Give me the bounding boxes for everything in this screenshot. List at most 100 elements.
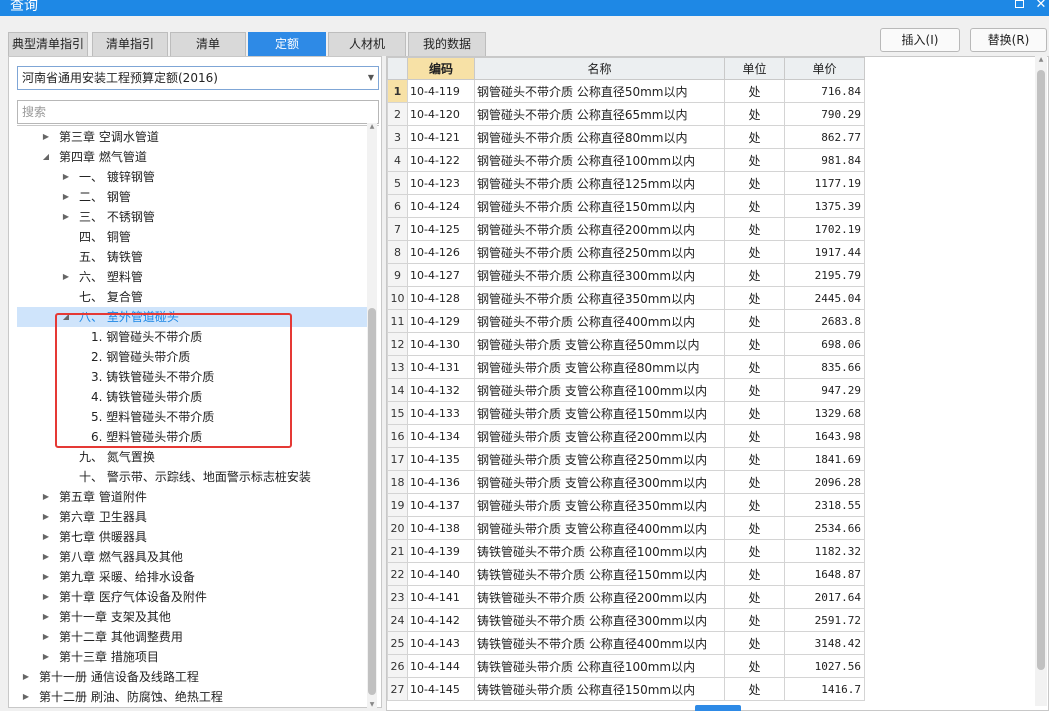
tree-item[interactable]: 4. 铸铁管碰头带介质: [17, 387, 367, 407]
panel-splitter-handle[interactable]: [695, 705, 741, 711]
expand-arrow-icon[interactable]: ▶: [41, 567, 51, 587]
tree-scrollbar[interactable]: ▲ ▼: [367, 123, 377, 708]
tree-item[interactable]: ▶ 第八章 燃气器具及其他: [17, 547, 367, 567]
table-row[interactable]: 12 10-4-130 钢管碰头带介质 支管公称直径50mm以内处 698.06: [387, 332, 865, 356]
table-row[interactable]: 14 10-4-132 钢管碰头带介质 支管公称直径100mm以内处 947.29: [387, 378, 865, 402]
table-row[interactable]: 1 10-4-119 钢管碰头不带介质 公称直径50mm以内处 716.84: [387, 79, 865, 103]
replace-button[interactable]: 替换(R): [970, 28, 1047, 52]
tree-item[interactable]: ▶ 第十二章 其他调整费用: [17, 627, 367, 647]
expand-arrow-icon[interactable]: ▶: [61, 207, 71, 227]
tree-item[interactable]: ▶ 第九章 采暖、给排水设备: [17, 567, 367, 587]
expand-arrow-icon[interactable]: ▶: [21, 667, 31, 687]
tree-item[interactable]: ◢ 八、 室外管道碰头: [17, 307, 367, 327]
tree-item[interactable]: ▶ 三、 不锈钢管: [17, 207, 367, 227]
tree-item[interactable]: ▶ 第十章 医疗气体设备及附件: [17, 587, 367, 607]
tree-item[interactable]: ▶ 第十二册 刷油、防腐蚀、绝热工程: [17, 687, 367, 705]
close-icon[interactable]: ✕: [1034, 0, 1048, 12]
tree-item[interactable]: 6. 塑料管碰头带介质: [17, 427, 367, 447]
table-row[interactable]: 18 10-4-136 钢管碰头带介质 支管公称直径300mm以内处 2096.28: [387, 470, 865, 494]
expand-arrow-icon[interactable]: ▶: [41, 527, 51, 547]
column-header-unit[interactable]: 单位: [724, 57, 785, 80]
tree-item[interactable]: ▶ 第七章 供暖器具: [17, 527, 367, 547]
expand-arrow-icon[interactable]: ▶: [61, 187, 71, 207]
tab-typical-list-guide[interactable]: 典型清单指引: [8, 32, 88, 56]
tree-item[interactable]: ▶ 第六章 卫生器具: [17, 507, 367, 527]
tree-item[interactable]: ▶ 六、 塑料管: [17, 267, 367, 287]
tree-item[interactable]: ▶ 第十一册 通信设备及线路工程: [17, 667, 367, 687]
table-row[interactable]: 5 10-4-123 钢管碰头不带介质 公称直径125mm以内处 1177.19: [387, 171, 865, 195]
insert-button[interactable]: 插入(I): [880, 28, 960, 52]
search-input[interactable]: [17, 100, 379, 124]
tree-item[interactable]: ▶ 一、 镀锌钢管: [17, 167, 367, 187]
expand-arrow-icon[interactable]: ▶: [41, 507, 51, 527]
table-row[interactable]: 24 10-4-142 铸铁管碰头不带介质 公称直径300mm以内处 2591.72: [387, 608, 865, 632]
expand-arrow-icon[interactable]: ▶: [41, 127, 51, 147]
tree-item[interactable]: 五、 铸铁管: [17, 247, 367, 267]
table-row[interactable]: 19 10-4-137 钢管碰头带介质 支管公称直径350mm以内处 2318.55: [387, 493, 865, 517]
quota-library-select[interactable]: 河南省通用安装工程预算定额(2016) ▼: [17, 66, 379, 90]
column-header-price[interactable]: 单价: [784, 57, 865, 80]
tab-labor-material-machine[interactable]: 人材机: [328, 32, 406, 56]
column-header-name[interactable]: 名称: [474, 57, 725, 80]
tree-item[interactable]: ◢ 第四章 燃气管道: [17, 147, 367, 167]
table-row[interactable]: 27 10-4-145 铸铁管碰头带介质 公称直径150mm以内处 1416.7: [387, 677, 865, 701]
table-row[interactable]: 15 10-4-133 钢管碰头带介质 支管公称直径150mm以内处 1329.68: [387, 401, 865, 425]
collapse-arrow-icon[interactable]: ◢: [61, 307, 71, 327]
expand-arrow-icon[interactable]: ▶: [61, 267, 71, 287]
scroll-up-icon[interactable]: ▲: [1035, 56, 1047, 63]
table-row[interactable]: 21 10-4-139 铸铁管碰头不带介质 公称直径100mm以内处 1182.32: [387, 539, 865, 563]
expand-arrow-icon[interactable]: ▶: [41, 487, 51, 507]
tree-item[interactable]: 九、 氮气置换: [17, 447, 367, 467]
tree-item[interactable]: ▶ 第十三章 措施项目: [17, 647, 367, 667]
expand-arrow-icon[interactable]: ▶: [41, 607, 51, 627]
table-row[interactable]: 25 10-4-143 铸铁管碰头不带介质 公称直径400mm以内处 3148.42: [387, 631, 865, 655]
table-row[interactable]: 20 10-4-138 钢管碰头带介质 支管公称直径400mm以内处 2534.66: [387, 516, 865, 540]
expand-arrow-icon[interactable]: ▶: [41, 547, 51, 567]
expand-arrow-icon[interactable]: ▶: [41, 627, 51, 647]
chevron-down-icon[interactable]: ▼: [368, 67, 374, 89]
table-row[interactable]: 10 10-4-128 钢管碰头不带介质 公称直径350mm以内处 2445.04: [387, 286, 865, 310]
tab-list[interactable]: 清单: [170, 32, 246, 56]
grid-scrollbar-thumb[interactable]: [1037, 70, 1045, 670]
tree-item[interactable]: ▶ 第十一章 支架及其他: [17, 607, 367, 627]
tree-item[interactable]: 3. 铸铁管碰头不带介质: [17, 367, 367, 387]
table-row[interactable]: 7 10-4-125 钢管碰头不带介质 公称直径200mm以内处 1702.19: [387, 217, 865, 241]
tab-list-guide[interactable]: 清单指引: [92, 32, 168, 56]
tree-item[interactable]: 四、 铜管: [17, 227, 367, 247]
column-header-code[interactable]: 编码: [407, 57, 475, 80]
grid-scrollbar[interactable]: ▲: [1035, 56, 1047, 706]
tree-item[interactable]: 十、 警示带、示踪线、地面警示标志桩安装: [17, 467, 367, 487]
expand-arrow-icon[interactable]: ▶: [21, 687, 31, 705]
table-row[interactable]: 8 10-4-126 钢管碰头不带介质 公称直径250mm以内处 1917.44: [387, 240, 865, 264]
tree-item[interactable]: 七、 复合管: [17, 287, 367, 307]
cell-code: 10-4-123: [407, 171, 475, 195]
tree-item[interactable]: 1. 钢管碰头不带介质: [17, 327, 367, 347]
table-row[interactable]: 4 10-4-122 钢管碰头不带介质 公称直径100mm以内处 981.84: [387, 148, 865, 172]
table-row[interactable]: 17 10-4-135 钢管碰头带介质 支管公称直径250mm以内处 1841.69: [387, 447, 865, 471]
collapse-arrow-icon[interactable]: ◢: [41, 147, 51, 167]
table-row[interactable]: 23 10-4-141 铸铁管碰头不带介质 公称直径200mm以内处 2017.64: [387, 585, 865, 609]
table-row[interactable]: 3 10-4-121 钢管碰头不带介质 公称直径80mm以内处 862.77: [387, 125, 865, 149]
table-row[interactable]: 6 10-4-124 钢管碰头不带介质 公称直径150mm以内处 1375.39: [387, 194, 865, 218]
tree-item[interactable]: ▶ 第五章 管道附件: [17, 487, 367, 507]
table-row[interactable]: 16 10-4-134 钢管碰头带介质 支管公称直径200mm以内处 1643.98: [387, 424, 865, 448]
tree-scrollbar-thumb[interactable]: [368, 308, 376, 695]
maximize-icon[interactable]: [1012, 0, 1026, 12]
tree-item[interactable]: 2. 钢管碰头带介质: [17, 347, 367, 367]
tree-item[interactable]: 5. 塑料管碰头不带介质: [17, 407, 367, 427]
table-row[interactable]: 22 10-4-140 铸铁管碰头不带介质 公称直径150mm以内处 1648.87: [387, 562, 865, 586]
tab-my-data[interactable]: 我的数据: [408, 32, 486, 56]
expand-arrow-icon[interactable]: ▶: [61, 167, 71, 187]
expand-arrow-icon[interactable]: ▶: [41, 587, 51, 607]
tree-item[interactable]: ▶ 二、 钢管: [17, 187, 367, 207]
tree-item[interactable]: ▶ 第三章 空调水管道: [17, 127, 367, 147]
scroll-up-icon[interactable]: ▲: [367, 123, 377, 130]
table-row[interactable]: 2 10-4-120 钢管碰头不带介质 公称直径65mm以内处 790.29: [387, 102, 865, 126]
tab-quota[interactable]: 定额: [248, 32, 326, 56]
table-row[interactable]: 11 10-4-129 钢管碰头不带介质 公称直径400mm以内处 2683.8: [387, 309, 865, 333]
table-row[interactable]: 9 10-4-127 钢管碰头不带介质 公称直径300mm以内处 2195.79: [387, 263, 865, 287]
table-row[interactable]: 13 10-4-131 钢管碰头带介质 支管公称直径80mm以内处 835.66: [387, 355, 865, 379]
expand-arrow-icon[interactable]: ▶: [41, 647, 51, 667]
table-row[interactable]: 26 10-4-144 铸铁管碰头带介质 公称直径100mm以内处 1027.56: [387, 654, 865, 678]
scroll-down-icon[interactable]: ▼: [367, 701, 377, 708]
